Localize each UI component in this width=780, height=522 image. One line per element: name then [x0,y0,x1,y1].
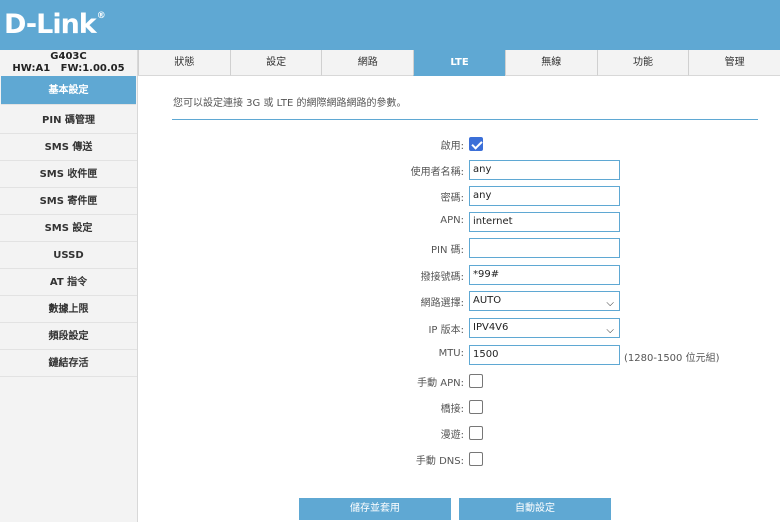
pin-input[interactable] [469,238,620,258]
tab-wireless[interactable]: 無線 [504,50,597,76]
tab-features[interactable]: 功能 [596,50,689,76]
dial-number-label: 撥接號碼: [420,272,464,283]
ip-version-value: IPV4V6 [473,322,509,333]
row-network-selection: 網路選擇: AUTO ⌵ [139,290,780,312]
sidebar-item-sms-outbox[interactable]: SMS 寄件匣 [0,188,137,215]
page-description: 您可以設定連接 3G 或 LTE 的網際網路網路的參數。 [173,98,407,109]
network-selection-label: 網路選擇: [420,298,464,309]
tab-status[interactable]: 狀態 [138,50,230,76]
row-mtu: MTU: 1500 (1280-1500 位元組) [139,344,780,366]
network-selection-value: AUTO [473,295,502,306]
row-bridge: 橋接: [139,396,780,418]
sidebar-item-at-command[interactable]: AT 指令 [0,269,137,296]
mtu-hint: (1280-1500 位元組) [624,353,720,364]
tab-setup[interactable]: 設定 [229,50,322,76]
main-content: 您可以設定連接 3G 或 LTE 的網際網路網路的參數。 啟用: 使用者名稱: … [139,76,780,522]
password-label: 密碼: [440,193,464,204]
sidebar-item-data-limit[interactable]: 數據上限 [0,296,137,323]
username-label: 使用者名稱: [410,167,464,178]
mtu-label: MTU: [438,348,464,359]
row-manual-dns: 手動 DNS: [139,448,780,470]
network-selection-select[interactable]: AUTO ⌵ [469,291,620,311]
sidebar-item-sms-settings[interactable]: SMS 設定 [0,215,137,242]
sidebar-item-sms-send[interactable]: SMS 傳送 [0,134,137,161]
bridge-label: 橋接: [440,404,464,415]
sidebar-item-link-keepalive[interactable]: 鏈結存活 [0,350,137,377]
manual-apn-checkbox[interactable] [469,374,483,388]
username-input[interactable]: any [469,160,620,180]
sidebar-item-ussd[interactable]: USSD [0,242,137,269]
header-bar: D-Link® [0,0,780,50]
device-model: G403C [50,51,87,62]
enable-label: 啟用: [440,141,464,152]
enable-checkbox[interactable] [469,137,483,151]
row-pin: PIN 碼: [139,237,780,259]
ip-version-select[interactable]: IPV4V6 ⌵ [469,318,620,338]
device-info: G403C HW:A1 FW:1.00.05 [0,50,138,76]
sidebar-item-pin-management[interactable]: PIN 碼管理 [0,107,137,134]
manual-apn-label: 手動 APN: [417,378,464,389]
tab-management[interactable]: 管理 [688,50,780,76]
manual-dns-checkbox[interactable] [469,452,483,466]
chevron-down-icon: ⌵ [606,325,614,336]
roaming-label: 漫遊: [440,430,464,441]
auto-setup-button[interactable]: 自動設定 [459,498,611,520]
row-roaming: 漫遊: [139,422,780,444]
dlink-logo: D-Link® [4,9,106,40]
ip-version-label: IP 版本: [428,325,464,336]
section-divider [172,119,758,120]
pin-label: PIN 碼: [430,245,464,256]
tab-lte[interactable]: LTE [413,50,505,76]
row-username: 使用者名稱: any [139,159,780,181]
sidebar-item-sms-inbox[interactable]: SMS 收件匣 [0,161,137,188]
password-input[interactable]: any [469,186,620,206]
apn-input[interactable]: internet [469,212,620,232]
mtu-input[interactable]: 1500 [469,345,620,365]
roaming-checkbox[interactable] [469,426,483,440]
apn-label: APN: [440,215,464,226]
top-tabs: 狀態 設定 網路 LTE 無線 功能 管理 [138,50,780,76]
tab-network[interactable]: 網路 [321,50,414,76]
sidebar-item-band-settings[interactable]: 頻段設定 [0,323,137,350]
row-password: 密碼: any [139,185,780,207]
sidebar-item-basic-settings[interactable]: 基本設定 [1,76,136,105]
row-manual-apn: 手動 APN: [139,370,780,392]
manual-dns-label: 手動 DNS: [415,456,464,467]
row-apn: APN: internet [139,211,780,233]
device-hw-fw: HW:A1 FW:1.00.05 [12,63,125,74]
sidebar: 基本設定 PIN 碼管理 SMS 傳送 SMS 收件匣 SMS 寄件匣 SMS … [0,76,138,522]
dial-number-input[interactable]: *99# [469,265,620,285]
save-apply-button[interactable]: 儲存並套用 [299,498,451,520]
row-enable: 啟用: [139,133,780,155]
chevron-down-icon: ⌵ [606,298,614,309]
row-ip-version: IP 版本: IPV4V6 ⌵ [139,317,780,339]
bridge-checkbox[interactable] [469,400,483,414]
row-dial-number: 撥接號碼: *99# [139,264,780,286]
